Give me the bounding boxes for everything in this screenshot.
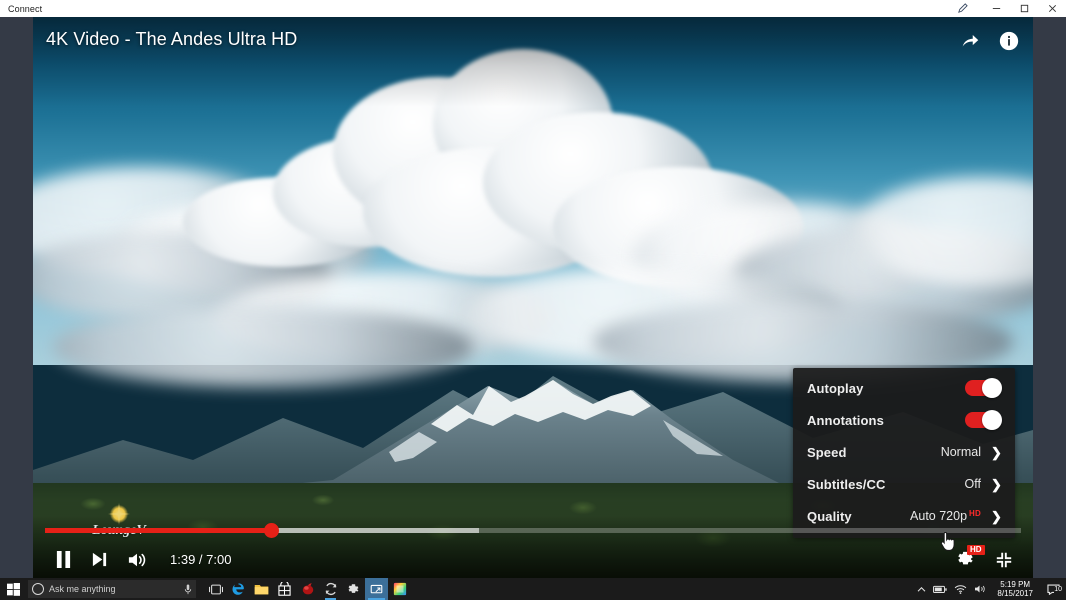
gear-hd-badge: HD (967, 545, 985, 555)
exit-fullscreen-button[interactable] (995, 551, 1013, 569)
chevron-right-icon: ❯ (991, 476, 1002, 492)
settings-value-speed: Normal (940, 445, 981, 459)
taskbar-app-store[interactable] (273, 578, 296, 600)
cortana-icon (32, 583, 44, 595)
annotations-toggle[interactable] (965, 410, 1002, 430)
battery-icon[interactable] (933, 585, 948, 594)
player-controls: 1:39 / 7:00 HD (33, 520, 1033, 578)
show-hidden-icons[interactable] (917, 586, 926, 593)
player-controls-right: HD (956, 545, 1013, 569)
settings-gear-button[interactable]: HD (956, 545, 985, 569)
autoplay-toggle-knob (982, 378, 1002, 398)
taskbar-app-edge[interactable] (227, 578, 250, 600)
settings-label-annotations: Annotations (807, 412, 884, 428)
settings-label-subtitles: Subtitles/CC (807, 476, 886, 492)
settings-row-subtitles[interactable]: Subtitles/CC Off ❯ (793, 468, 1015, 500)
connect-app-window: Connect 4K Video - The Andes Ultra HD Au… (0, 0, 1066, 578)
seek-bar[interactable] (45, 523, 1021, 538)
taskbar-app-red[interactable] (296, 578, 319, 600)
hd-badge: HD (969, 509, 981, 518)
video-header: 4K Video - The Andes Ultra HD (33, 17, 1033, 77)
volume-button[interactable] (127, 551, 147, 569)
taskbar-app-explorer[interactable] (250, 578, 273, 600)
volume-tray-icon[interactable] (974, 584, 986, 594)
search-placeholder: Ask me anything (49, 584, 116, 594)
system-tray: 5:19 PM 8/15/2017 10 (917, 578, 1066, 600)
windows-start-button[interactable] (0, 578, 26, 600)
settings-row-speed[interactable]: Speed Normal ❯ (793, 436, 1015, 468)
window-controls (942, 0, 1066, 17)
windows-taskbar: Ask me anything 5:19 PM 8/15/2017 10 (0, 578, 1066, 600)
minimize-button[interactable] (982, 0, 1010, 17)
clock-date: 8/15/2017 (997, 589, 1033, 598)
annotations-toggle-knob (982, 410, 1002, 430)
autoplay-toggle[interactable] (965, 378, 1002, 398)
cortana-search-box[interactable]: Ask me anything (28, 580, 196, 598)
settings-row-autoplay[interactable]: Autoplay (793, 372, 1015, 404)
share-icon[interactable] (958, 29, 982, 53)
seek-bar-played (45, 528, 272, 533)
action-center-button[interactable]: 10 (1044, 583, 1062, 595)
clock-time: 5:19 PM (1000, 580, 1031, 589)
window-titlebar: Connect (0, 0, 1066, 17)
taskbar-app-sync[interactable] (319, 578, 342, 600)
seek-bar-handle[interactable] (264, 523, 280, 538)
microphone-icon[interactable] (184, 584, 192, 595)
settings-row-annotations[interactable]: Annotations (793, 404, 1015, 436)
player-controls-left: 1:39 / 7:00 (55, 550, 231, 569)
settings-label-speed: Speed (807, 444, 847, 460)
next-video-button[interactable] (91, 551, 108, 568)
action-center-badge: 10 (1054, 586, 1062, 593)
chevron-right-icon: ❯ (991, 444, 1002, 460)
pen-icon[interactable] (942, 0, 982, 17)
task-view-button[interactable] (204, 578, 227, 600)
taskbar-clock[interactable]: 5:19 PM 8/15/2017 (997, 580, 1033, 598)
taskbar-app-connect[interactable] (365, 578, 388, 600)
video-header-actions (958, 29, 1021, 53)
network-icon[interactable] (954, 584, 967, 594)
taskbar-app-photos[interactable] (388, 578, 411, 600)
settings-menu[interactable]: Autoplay Annotations Speed Normal ❯ Subt… (793, 368, 1015, 538)
pause-button[interactable] (55, 550, 72, 569)
window-title: Connect (8, 3, 43, 14)
info-icon[interactable] (997, 29, 1021, 53)
taskbar-app-settings[interactable] (342, 578, 365, 600)
settings-label-autoplay: Autoplay (807, 380, 864, 396)
time-display: 1:39 / 7:00 (170, 552, 232, 567)
settings-value-subtitles: Off (964, 477, 981, 491)
close-button[interactable] (1038, 0, 1066, 17)
maximize-button[interactable] (1010, 0, 1038, 17)
video-player[interactable]: 4K Video - The Andes Ultra HD LoungeV Au… (33, 17, 1033, 578)
video-title: 4K Video - The Andes Ultra HD (46, 29, 298, 49)
